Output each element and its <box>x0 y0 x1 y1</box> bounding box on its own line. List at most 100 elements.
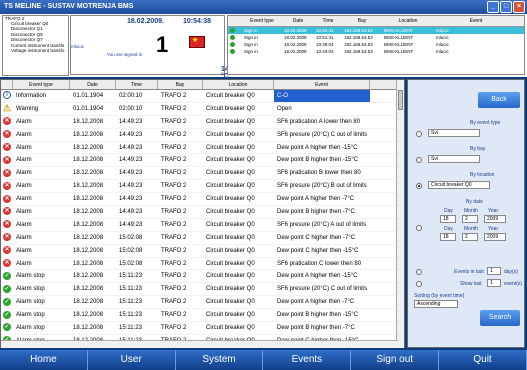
table-row[interactable]: ✓ Alarm stop 18.12.2008 15:11:23 TRAFO 2 Circ… <box>1 322 404 335</box>
cell-bay: TRAFO 2 <box>161 325 187 332</box>
nav-sign-out-button[interactable]: Sign out <box>351 350 440 370</box>
table-row[interactable]: ✕ Alarm 18.12.2008 14:49:23 TRAFO 2 Circuit b… <box>1 219 404 232</box>
cell-type: Alarm <box>16 183 32 190</box>
maximize-icon[interactable]: □ <box>500 1 512 13</box>
alarm-stop-icon: ✓ <box>3 310 11 319</box>
app-title-bar: TS MELINE - SUSTAV MOTRENJA BMS _ □ × <box>0 0 527 14</box>
cell-time: 15:02:08 <box>119 234 143 241</box>
table-row[interactable]: ✕ Alarm 18.12.2008 14:49:23 TRAFO 2 Circuit b… <box>1 154 404 168</box>
recent-event-location: BMS-KLIJENT <box>384 49 414 54</box>
tree-item[interactable]: Voltage instrument transfo <box>3 48 68 53</box>
table-row[interactable]: i Information 01.01.1904 02:00:10 TRAFO 2 Cir… <box>1 90 404 103</box>
col-event[interactable]: Event <box>434 16 518 26</box>
recent-event-type: Sign in <box>244 35 258 40</box>
col-bay[interactable]: Bay <box>158 80 203 89</box>
table-row[interactable]: ✕ Alarm 18.12.2008 15:02:08 TRAFO 2 Circuit b… <box>1 258 404 271</box>
table-row[interactable]: ✕ Alarm 18.12.2008 14:49:23 TRAFO 2 Circuit b… <box>1 206 404 219</box>
cell-date: 18.12.2008 <box>73 286 104 293</box>
cell-event: SF6 presure (20°C) C out of limits <box>277 286 368 293</box>
alarm-icon: ✕ <box>3 207 11 216</box>
from-month-input[interactable]: 2 <box>462 215 478 223</box>
events-grid[interactable]: Event type Date Time Bay Location Event … <box>0 79 405 348</box>
nav-user-button[interactable]: User <box>88 350 176 370</box>
by-location-radio[interactable] <box>416 183 422 189</box>
cell-bay: TRAFO 2 <box>161 312 187 319</box>
sorting-select[interactable]: Ascending <box>414 300 458 308</box>
alarm-icon: ✕ <box>3 117 11 126</box>
col-event[interactable]: Event <box>274 80 370 89</box>
cell-location: Circuit breaker Q0 <box>206 325 255 332</box>
minimize-icon[interactable]: _ <box>487 1 499 13</box>
table-row[interactable]: ✓ Alarm stop 18.12.2008 15:11:23 TRAFO 2 Circ… <box>1 270 404 284</box>
search-button[interactable]: Search <box>480 310 520 326</box>
col-event-type[interactable]: Event type <box>13 80 70 89</box>
location-select[interactable]: Circuit breaker Q0 <box>428 181 490 189</box>
table-row[interactable]: ✕ Alarm 18.12.2008 14:49:23 TRAFO 2 Circuit b… <box>1 180 404 194</box>
by-date-radio[interactable] <box>416 225 422 231</box>
sign-in-icon <box>228 48 242 55</box>
cell-location: Circuit breaker Q0 <box>206 144 255 151</box>
to-year-input[interactable]: 2009 <box>484 233 506 241</box>
col-event-type[interactable]: Event type <box>242 16 282 26</box>
sign-in-icon <box>228 41 242 48</box>
table-row[interactable]: ✕ Alarm 18.12.2008 14:49:23 TRAFO 2 Circuit b… <box>1 193 404 207</box>
table-row[interactable]: ✓ Alarm stop 18.12.2008 15:11:23 TRAFO 2 Circ… <box>1 283 404 297</box>
show-last-radio[interactable] <box>416 281 422 287</box>
col-time[interactable]: Time <box>116 80 158 89</box>
table-row[interactable]: ✕ Alarm 18.12.2008 14:49:23 TRAFO 2 Circuit b… <box>1 167 404 181</box>
to-day-input[interactable]: 18 <box>440 233 456 241</box>
back-button[interactable]: Back <box>478 92 520 108</box>
nav-quit-button[interactable]: Quit <box>439 350 527 370</box>
table-row[interactable]: ✕ Alarm 18.12.2008 15:02:08 TRAFO 2 Circuit b… <box>1 232 404 245</box>
bay-select[interactable]: Svi <box>428 155 480 163</box>
close-icon[interactable]: × <box>513 1 525 13</box>
recent-event-row[interactable]: Sign in 18.02.2009 10:52:41 192.168.53.53 BM… <box>228 27 524 34</box>
col-location[interactable]: Location <box>203 80 274 89</box>
cell-type: Alarm <box>16 144 32 151</box>
events-in-last-radio[interactable] <box>416 269 422 275</box>
col-date[interactable]: Date <box>70 80 116 89</box>
table-row[interactable]: ✕ Alarm 18.12.2008 14:49:23 TRAFO 2 Circuit b… <box>1 142 404 155</box>
horizontal-scrollbar[interactable] <box>1 340 398 347</box>
col-date[interactable]: Date <box>282 16 314 26</box>
recent-event-row[interactable]: Sign in 18.02.2009 10:43:02 192.168.53.53 BM… <box>228 48 524 55</box>
cell-date: 18.12.2008 <box>73 299 104 306</box>
from-day-input[interactable]: 18 <box>440 215 456 223</box>
nav-home-button[interactable]: Home <box>0 350 88 370</box>
cell-type: Alarm stop <box>16 273 45 280</box>
recent-event-type: Sign in <box>244 42 258 47</box>
col-location[interactable]: Location <box>382 16 434 26</box>
cell-date: 18.12.2008 <box>73 157 104 164</box>
cell-bay: TRAFO 2 <box>161 183 187 190</box>
vertical-scrollbar[interactable] <box>396 80 404 347</box>
event-type-select[interactable]: Svi <box>428 129 480 137</box>
recent-event-type: Sign in <box>244 49 258 54</box>
device-tree[interactable]: TRAFO 2 Circuit breaker Q0 Disconector Q1… <box>2 15 69 76</box>
nav-system-button[interactable]: System <box>176 350 264 370</box>
cell-date: 18.12.2008 <box>73 273 104 280</box>
col-bay[interactable]: Bay <box>342 16 382 26</box>
recent-events-table[interactable]: Event type Date Time Bay Location Event … <box>227 15 525 75</box>
window-controls: _ □ × <box>487 1 525 13</box>
nav-events-button[interactable]: Events <box>263 350 352 370</box>
recent-event-row[interactable]: Sign in 18.02.2009 10:51:31 192.168.53.53 BM… <box>228 34 524 41</box>
cell-date: 18.12.2008 <box>73 196 104 203</box>
cell-bay: TRAFO 2 <box>161 170 187 177</box>
table-row[interactable]: ✕ Alarm 18.12.2008 14:49:23 TRAFO 2 Circuit b… <box>1 116 404 129</box>
to-month-input[interactable]: 2 <box>462 233 478 241</box>
cell-location: Circuit breaker Q0 <box>206 312 255 319</box>
by-bay-radio[interactable] <box>416 157 422 163</box>
from-year-input[interactable]: 2009 <box>484 215 506 223</box>
table-row[interactable]: ✓ Alarm stop 18.12.2008 15:11:23 TRAFO 2 Circ… <box>1 296 404 310</box>
by-event-type-radio[interactable] <box>416 131 422 137</box>
table-row[interactable]: ✓ Alarm stop 18.12.2008 15:11:23 TRAFO 2 Circ… <box>1 309 404 323</box>
cell-type: Alarm <box>16 247 32 254</box>
cell-type: Warning <box>16 105 39 112</box>
events-in-last-input[interactable]: 1 <box>487 267 501 275</box>
table-row[interactable]: ✕ Alarm 18.12.2008 15:02:08 TRAFO 2 Circuit b… <box>1 245 404 258</box>
table-row[interactable]: ✕ Alarm 18.12.2008 14:49:23 TRAFO 2 Circuit b… <box>1 129 404 142</box>
col-time[interactable]: Time <box>314 16 342 26</box>
show-last-input[interactable]: 1 <box>487 279 501 287</box>
table-row[interactable]: ⚠ Warning 01.01.1904 02:00:10 TRAFO 2 Circuit… <box>1 103 404 116</box>
recent-event-row[interactable]: Sign in 18.02.2009 10:49:04 192.168.53.53 BM… <box>228 41 524 48</box>
